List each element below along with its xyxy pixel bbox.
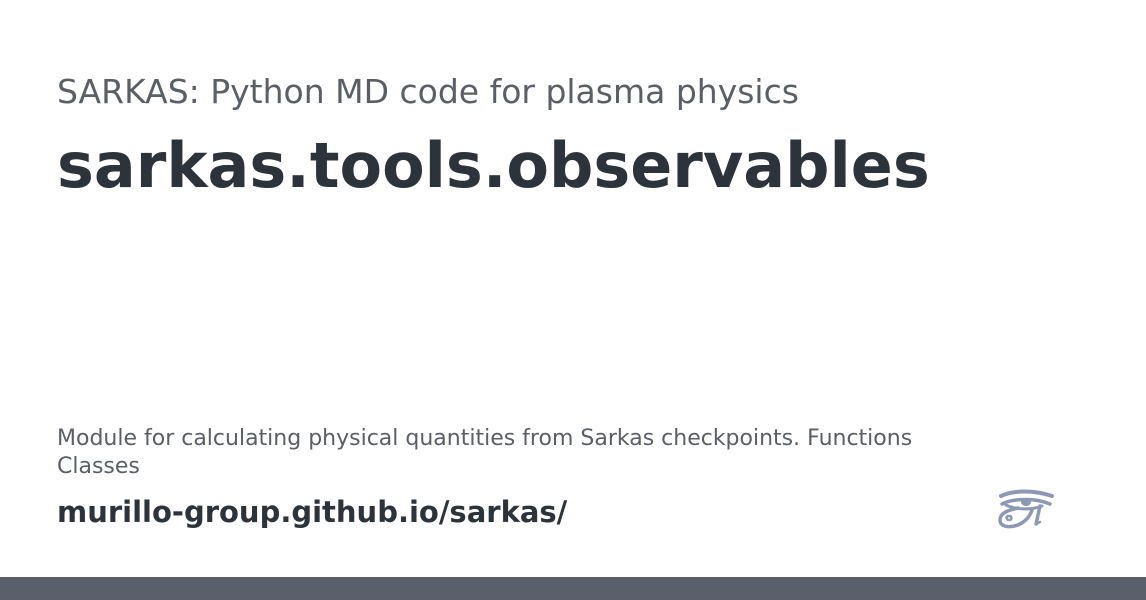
social-preview-card: SARKAS: Python MD code for plasma physic… bbox=[0, 0, 1146, 600]
description-line-1: Module for calculating physical quantiti… bbox=[57, 426, 913, 451]
bottom-bar bbox=[0, 577, 1146, 600]
site-name: SARKAS: Python MD code for plasma physic… bbox=[57, 72, 799, 111]
site-url: murillo-group.github.io/sarkas/ bbox=[57, 495, 568, 529]
page-title: sarkas.tools.observables bbox=[57, 129, 930, 202]
description-line-2: Classes bbox=[57, 454, 140, 479]
eye-of-horus-icon bbox=[996, 488, 1056, 532]
page-description: Module for calculating physical quantiti… bbox=[57, 425, 1017, 481]
